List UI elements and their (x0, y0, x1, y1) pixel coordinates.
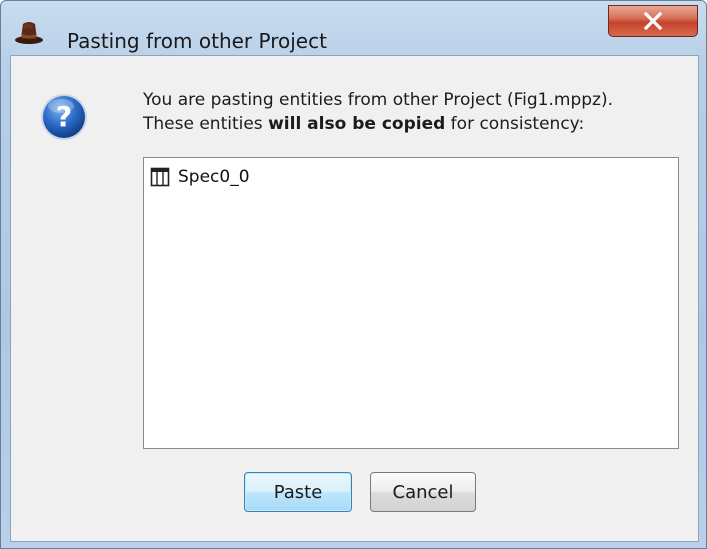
paste-button[interactable]: Paste (244, 472, 352, 512)
message-line-1: You are pasting entities from other Proj… (143, 90, 613, 110)
top-hat-icon (15, 22, 43, 44)
entity-list[interactable]: Spec0_0 (143, 157, 679, 449)
dialog-window: Pasting from other Project ? You are pas… (0, 0, 707, 549)
title-bar[interactable]: Pasting from other Project (1, 1, 706, 56)
table-icon (150, 167, 170, 187)
window-title: Pasting from other Project (67, 29, 327, 53)
message-line-2-prefix: These entities (143, 114, 269, 134)
message-line-2: These entities will also be copied for c… (143, 112, 613, 136)
close-button[interactable] (608, 5, 698, 37)
list-item[interactable]: Spec0_0 (150, 166, 250, 188)
list-item-label: Spec0_0 (178, 167, 250, 187)
question-icon: ? (41, 94, 87, 140)
cancel-button[interactable]: Cancel (370, 472, 476, 512)
dialog-content: ? You are pasting entities from other Pr… (10, 55, 699, 542)
close-x-icon (643, 12, 663, 30)
dialog-message: You are pasting entities from other Proj… (143, 88, 613, 136)
message-line-2-bold: will also be copied (268, 114, 446, 134)
message-line-2-suffix: for consistency: (445, 114, 585, 134)
svg-text:?: ? (56, 100, 72, 133)
